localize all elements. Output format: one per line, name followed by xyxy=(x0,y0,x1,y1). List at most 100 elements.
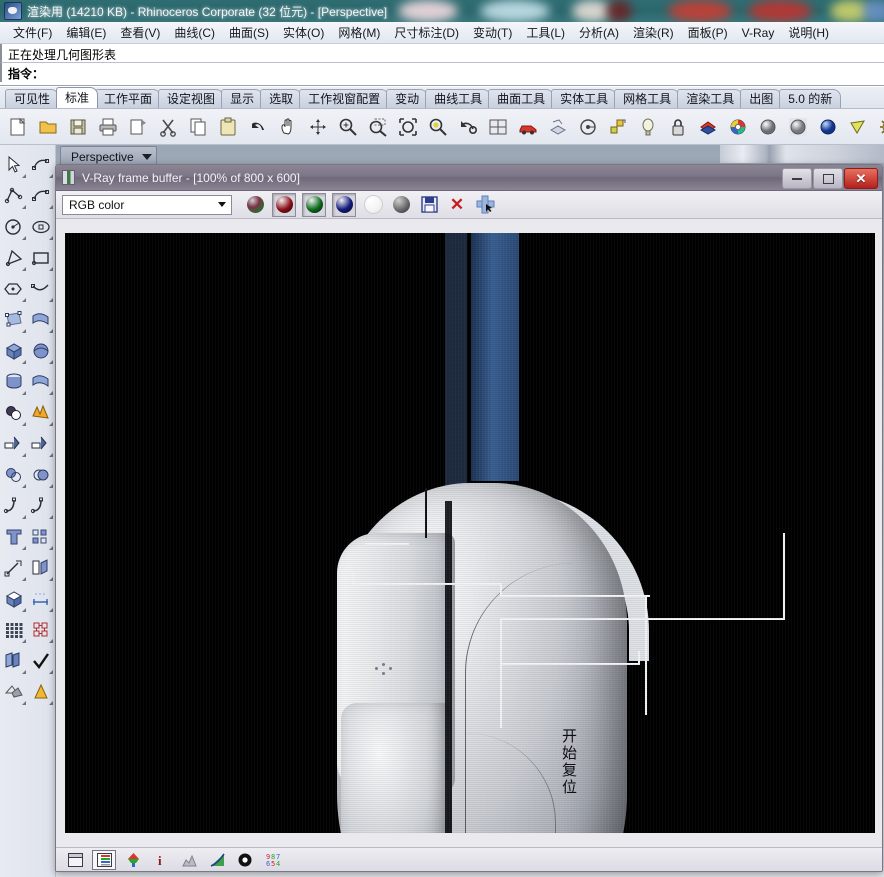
toolbar-tab-3[interactable]: 设定视图 xyxy=(158,89,224,108)
exposure-icon[interactable] xyxy=(234,851,256,869)
monochrome-button[interactable] xyxy=(390,194,412,216)
point-curve-icon[interactable] xyxy=(28,150,56,180)
show-last-render-icon[interactable] xyxy=(64,851,86,869)
freeform-curve-icon[interactable] xyxy=(28,274,56,304)
minimize-icon[interactable] xyxy=(782,168,812,189)
viewport-tab-perspective[interactable]: Perspective xyxy=(60,146,157,166)
explode-icon[interactable] xyxy=(28,398,56,428)
polygon-triangle-icon[interactable] xyxy=(0,243,28,273)
trim-icon[interactable] xyxy=(0,429,28,459)
surface-control-points-icon[interactable] xyxy=(0,305,28,335)
lock-icon[interactable] xyxy=(665,114,691,140)
menu-item-3[interactable]: 曲线(C) xyxy=(167,22,222,43)
close-icon[interactable]: ✕ xyxy=(844,168,878,189)
menu-item-6[interactable]: 网格(M) xyxy=(331,22,387,43)
green-channel-button[interactable] xyxy=(302,193,326,217)
light-gizmo-icon[interactable] xyxy=(845,114,871,140)
scale-icon[interactable] xyxy=(0,553,28,583)
command-prompt-line[interactable]: 指令： xyxy=(0,63,884,82)
extrude-icon[interactable] xyxy=(28,553,56,583)
save-icon[interactable] xyxy=(65,114,91,140)
toolbar-tab-10[interactable]: 实体工具 xyxy=(551,89,617,108)
undo-arrow-icon[interactable] xyxy=(245,114,271,140)
render-mesh-icon[interactable] xyxy=(0,677,28,707)
toolbar-tab-7[interactable]: 变动 xyxy=(386,89,428,108)
chevron-down-icon[interactable] xyxy=(214,197,229,213)
toolbar-tab-4[interactable]: 显示 xyxy=(221,89,263,108)
select-arrow-icon[interactable] xyxy=(0,150,28,180)
clear-image-button[interactable]: ✕ xyxy=(446,194,468,216)
text-tool-icon[interactable] xyxy=(0,522,28,552)
save-image-button[interactable] xyxy=(418,194,440,216)
menu-item-1[interactable]: 编辑(E) xyxy=(59,22,113,43)
zoom-in-icon[interactable] xyxy=(335,114,361,140)
color-bars-icon[interactable] xyxy=(92,850,116,870)
cylinder-solid-icon[interactable] xyxy=(0,367,28,397)
sphere-solid-icon[interactable] xyxy=(28,336,56,366)
info-icon[interactable]: i xyxy=(150,851,172,869)
blue-channel-button[interactable] xyxy=(332,193,356,217)
toolbar-tab-9[interactable]: 曲面工具 xyxy=(488,89,554,108)
layer-icon[interactable] xyxy=(695,114,721,140)
new-file-icon[interactable] xyxy=(5,114,31,140)
toolbar-tab-2[interactable]: 工作平面 xyxy=(95,89,161,108)
render-canvas[interactable]: 开始复位 YH-SY 3 人人素材 xyxy=(65,233,875,833)
paste-icon[interactable] xyxy=(215,114,241,140)
toolbar-tab-1[interactable]: 标准 xyxy=(56,87,98,108)
zoom-previous-icon[interactable] xyxy=(455,114,481,140)
print-icon[interactable] xyxy=(95,114,121,140)
pixel-info-icon[interactable]: 987654 xyxy=(262,851,284,869)
maximize-icon[interactable] xyxy=(813,168,843,189)
pan-hand-icon[interactable] xyxy=(275,114,301,140)
array-icon[interactable] xyxy=(28,522,56,552)
hexagon-icon[interactable] xyxy=(0,274,28,304)
boolean-intersection-icon[interactable] xyxy=(28,460,56,490)
chevron-down-icon[interactable] xyxy=(142,154,152,160)
toolbar-tab-5[interactable]: 选取 xyxy=(260,89,302,108)
menu-item-0[interactable]: 文件(F) xyxy=(6,22,59,43)
surface-tools-icon[interactable] xyxy=(28,367,56,397)
copy-icon[interactable] xyxy=(185,114,211,140)
zoom-dynamic-icon[interactable] xyxy=(305,114,331,140)
curve-icon[interactable] xyxy=(206,851,228,869)
boolean-union-icon[interactable] xyxy=(0,398,28,428)
cap-solid-icon[interactable] xyxy=(0,584,28,614)
material-sphere-grid-icon[interactable] xyxy=(785,114,811,140)
light-bulb-icon[interactable] xyxy=(635,114,661,140)
copy-to-clipboard-icon[interactable] xyxy=(125,114,151,140)
menu-item-5[interactable]: 实体(O) xyxy=(276,22,331,43)
dimension-linear-icon[interactable] xyxy=(28,584,56,614)
shade-icon[interactable] xyxy=(545,114,571,140)
toolbar-tab-6[interactable]: 工作视窗配置 xyxy=(299,89,389,108)
toolbar-tab-14[interactable]: 5.0 的新 xyxy=(779,89,841,108)
gear-settings-icon[interactable] xyxy=(875,114,884,140)
render-preview-icon[interactable] xyxy=(575,114,601,140)
menu-item-9[interactable]: 工具(L) xyxy=(519,22,572,43)
menu-item-13[interactable]: V-Ray xyxy=(735,24,782,42)
layer-state-icon[interactable] xyxy=(0,646,28,676)
grid-array-icon[interactable] xyxy=(0,615,28,645)
polyline-icon[interactable] xyxy=(0,181,28,211)
zoom-extents-icon[interactable] xyxy=(395,114,421,140)
ellipse-icon[interactable] xyxy=(28,212,56,242)
histogram-icon[interactable] xyxy=(178,851,200,869)
menu-item-10[interactable]: 分析(A) xyxy=(572,22,626,43)
analysis-icon[interactable] xyxy=(28,615,56,645)
menu-item-8[interactable]: 变动(T) xyxy=(466,22,519,43)
menu-item-2[interactable]: 查看(V) xyxy=(113,22,167,43)
render-cone-icon[interactable] xyxy=(28,677,56,707)
cut-scissors-icon[interactable] xyxy=(155,114,181,140)
circle-icon[interactable] xyxy=(0,212,28,242)
zoom-selected-icon[interactable] xyxy=(425,114,451,140)
channel-select[interactable]: RGB color xyxy=(62,195,232,215)
region-render-button[interactable] xyxy=(474,194,496,216)
rectangle-icon[interactable] xyxy=(28,243,56,273)
toolbar-tab-11[interactable]: 网格工具 xyxy=(614,89,680,108)
material-sphere-icon[interactable] xyxy=(755,114,781,140)
menu-item-11[interactable]: 渲染(R) xyxy=(626,22,681,43)
menu-item-7[interactable]: 尺寸标注(D) xyxy=(387,22,466,43)
box-solid-icon[interactable] xyxy=(0,336,28,366)
check-mark-icon[interactable] xyxy=(28,646,56,676)
zoom-window-icon[interactable] xyxy=(365,114,391,140)
split-icon[interactable] xyxy=(28,429,56,459)
